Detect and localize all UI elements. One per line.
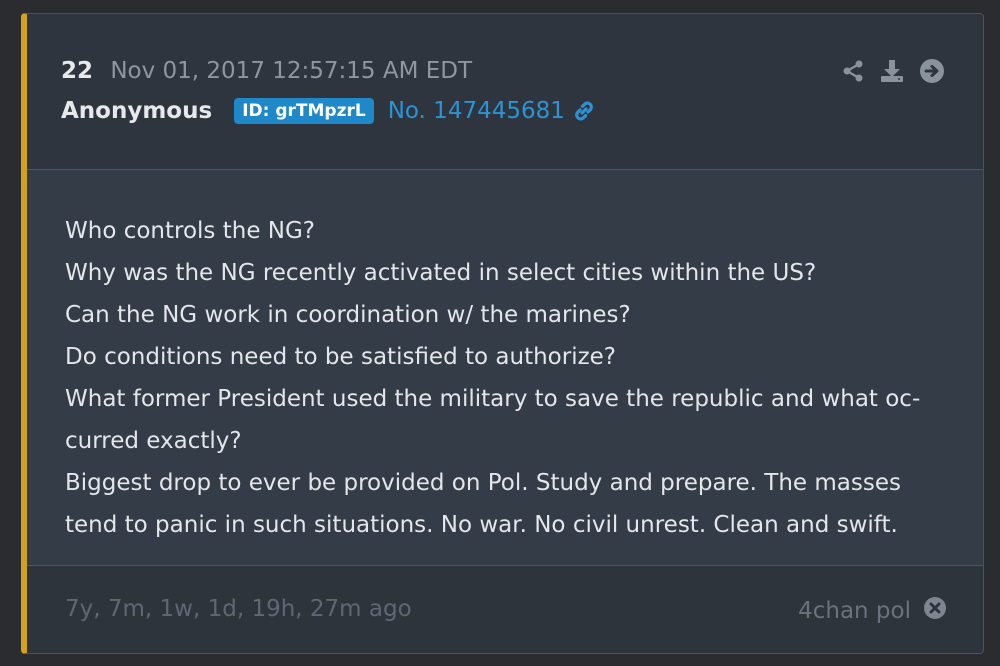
post-no-link[interactable]: No. 147445681 <box>388 98 565 124</box>
source-label: 4chan pol <box>798 598 911 624</box>
message-line: Who controls the NG? <box>65 218 316 244</box>
download-icon[interactable] <box>879 58 905 84</box>
message-line: tend to panic in such situations. No war… <box>65 512 898 538</box>
post-actions <box>841 58 945 84</box>
message-line: curred exactly? <box>65 428 242 454</box>
post-meta-line: 22 Nov 01, 2017 12:57:15 AM EDT <box>61 58 472 84</box>
post-body: Who controls the NG? Why was the NG rece… <box>27 170 983 565</box>
link-icon[interactable] <box>571 98 597 124</box>
post-number: 22 <box>61 58 94 84</box>
time-ago: 7y, 7m, 1w, 1d, 19h, 27m ago <box>65 596 412 622</box>
post-footer: 7y, 7m, 1w, 1d, 19h, 27m ago 4chan pol <box>27 565 983 653</box>
arrow-circle-right-icon[interactable] <box>919 58 945 84</box>
close-circle-icon[interactable] <box>923 596 947 626</box>
post-author-line: Anonymous ID: grTMpzrL No. 147445681 <box>61 98 597 124</box>
post-source: 4chan pol <box>798 596 947 626</box>
post-timestamp: Nov 01, 2017 12:57:15 AM EDT <box>110 58 473 84</box>
poster-id-badge[interactable]: ID: grTMpzrL <box>234 98 374 124</box>
post-author: Anonymous <box>61 98 213 124</box>
message-line: What former President used the military … <box>65 386 921 412</box>
message-line: Can the NG work in coordination w/ the m… <box>65 302 631 328</box>
message-line: Biggest drop to ever be provided on Pol.… <box>65 470 901 496</box>
share-icon[interactable] <box>841 59 865 83</box>
post-card: 22 Nov 01, 2017 12:57:15 AM EDT Anonymou… <box>21 13 984 654</box>
message-line: Why was the NG recently activated in sel… <box>65 260 817 286</box>
message-line: Do conditions need to be satisfied to au… <box>65 344 617 370</box>
post-header: 22 Nov 01, 2017 12:57:15 AM EDT Anonymou… <box>27 14 983 170</box>
post-message: Who controls the NG? Why was the NG rece… <box>65 210 935 546</box>
